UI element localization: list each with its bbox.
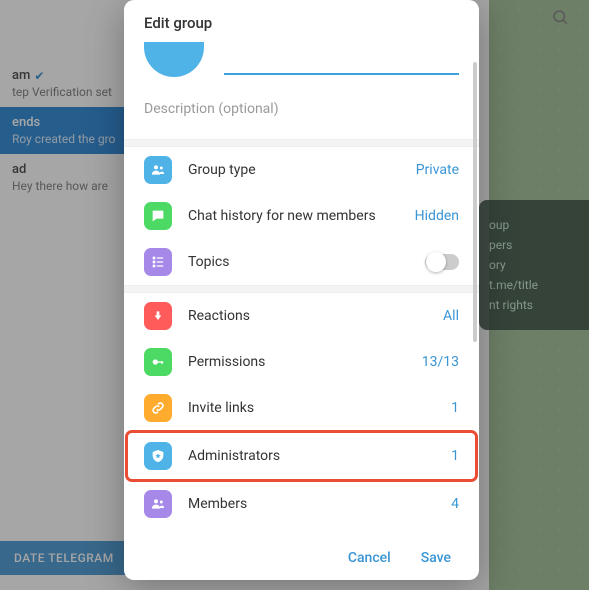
row-label: Reactions [188,308,443,324]
permissions-icon [144,348,172,376]
row-value: 1 [451,448,459,464]
chat-history-row[interactable]: Chat history for new members Hidden [124,193,479,239]
members-icon [144,490,172,518]
group-name-input[interactable] [224,73,459,75]
group-type-row[interactable]: Group type Private [124,147,479,193]
invite-links-row[interactable]: Invite links 1 [124,385,479,431]
row-value: 1 [451,400,459,416]
reactions-icon [144,302,172,330]
permissions-row[interactable]: Permissions 13/13 [124,339,479,385]
description-input[interactable]: Description (optional) [124,91,479,139]
row-label: Administrators [188,448,451,464]
row-value: Hidden [415,208,459,224]
topics-icon [144,248,172,276]
modal-title: Edit group [124,0,479,42]
row-value: 4 [451,496,459,512]
group-avatar[interactable] [144,42,204,77]
row-label: Permissions [188,354,422,370]
row-label: Members [188,496,451,512]
row-value: 13/13 [422,354,459,370]
cancel-button[interactable]: Cancel [348,550,391,566]
topics-row[interactable]: Topics [124,239,479,285]
group-type-icon [144,156,172,184]
row-value: All [443,308,459,324]
reactions-row[interactable]: Reactions All [124,293,479,339]
row-label: Chat history for new members [188,208,415,224]
divider [124,285,479,293]
scrollbar[interactable] [473,62,477,342]
edit-group-modal: Edit group Description (optional) Group … [124,0,479,580]
row-label: Topics [188,254,425,270]
members-row[interactable]: Members 4 [124,481,479,527]
row-value: Private [416,162,459,178]
row-label: Group type [188,162,416,178]
divider [124,139,479,147]
administrators-row[interactable]: Administrators 1 [128,433,475,479]
invite-links-icon [144,394,172,422]
chat-history-icon [144,202,172,230]
topics-toggle[interactable] [425,254,459,270]
row-label: Invite links [188,400,451,416]
save-button[interactable]: Save [421,550,451,566]
administrators-icon [144,442,172,470]
